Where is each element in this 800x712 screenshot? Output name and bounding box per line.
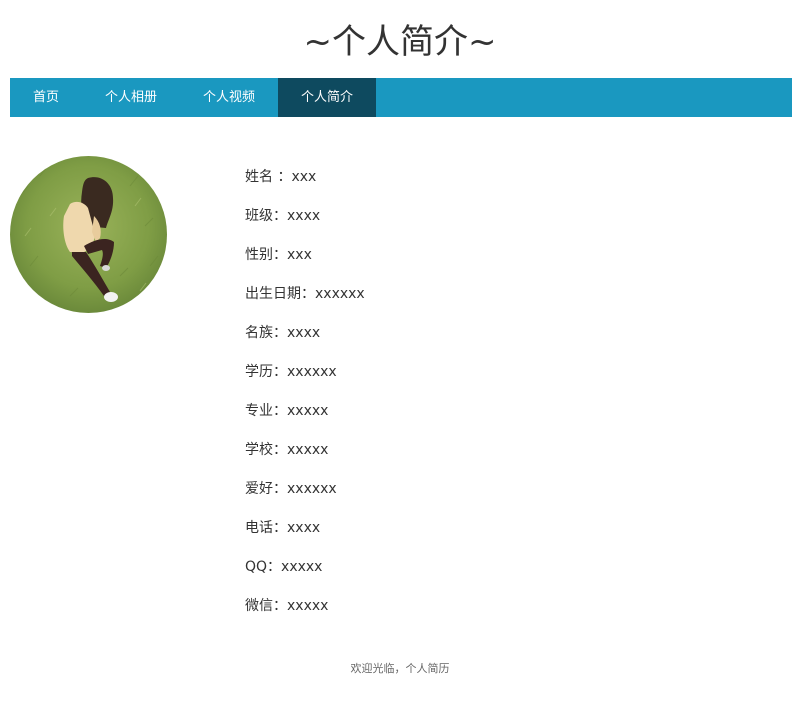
profile-info-list: 姓名 ：xxx 班级：xxxx 性别：xxx 出生日期：xxxxxx 名族：xx…	[245, 158, 365, 626]
info-education: 学历：xxxxxx	[245, 364, 337, 380]
nav-item-video[interactable]: 个人视频	[180, 78, 278, 117]
info-phone: 电话：xxxx	[245, 520, 321, 536]
info-wechat: 微信：xxxxx	[245, 598, 329, 614]
page-title: ~个人简介~	[303, 22, 497, 62]
avatar-photo	[10, 156, 167, 313]
nav-item-profile[interactable]: 个人简介	[278, 78, 377, 117]
info-school: 学校：xxxxx	[245, 442, 329, 458]
info-ethnicity: 名族：xxxx	[245, 325, 321, 341]
info-name: 姓名 ：xxx	[245, 169, 317, 185]
info-qq: QQ：xxxxx	[245, 559, 323, 575]
nav-item-home[interactable]: 首页	[10, 78, 82, 117]
main-nav: 首页 个人相册 个人视频 个人简介	[10, 78, 792, 117]
info-major: 专业：xxxxx	[245, 403, 329, 419]
nav-item-album[interactable]: 个人相册	[82, 78, 180, 117]
footer-text: 欢迎光临，个人简历	[350, 662, 450, 675]
info-birthday: 出生日期：xxxxxx	[245, 286, 365, 302]
avatar	[10, 156, 167, 313]
info-class: 班级：xxxx	[245, 208, 321, 224]
info-hobby: 爱好：xxxxxx	[245, 481, 337, 497]
info-gender: 性别：xxx	[245, 247, 312, 263]
